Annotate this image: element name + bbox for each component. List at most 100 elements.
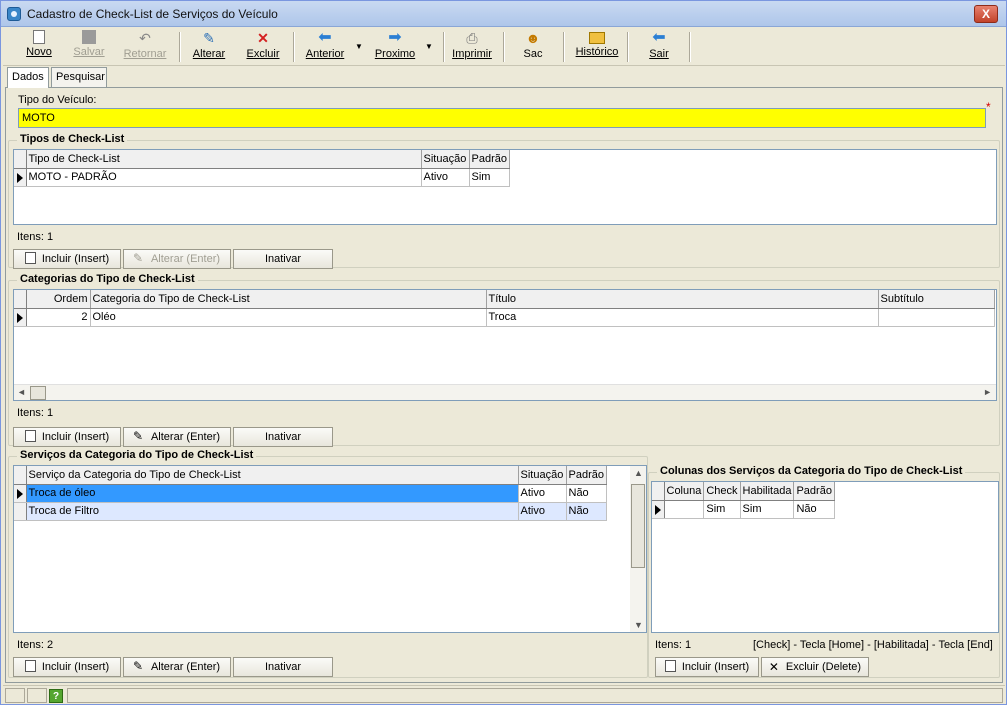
colunas-excluir-button[interactable]: Excluir (Delete) — [761, 657, 869, 677]
proximo-button[interactable]: ➡ Proximo — [371, 30, 419, 64]
new-icon — [664, 660, 676, 672]
column-header[interactable]: Título — [486, 290, 879, 309]
servicos-grid[interactable]: Serviço da Categoria do Tipo de Check-Li… — [13, 465, 647, 633]
table-cell[interactable]: Não — [566, 502, 607, 521]
proximo-dropdown-icon[interactable]: ▼ — [425, 42, 433, 51]
tipo-veiculo-input[interactable]: MOTO — [18, 108, 986, 128]
sair-button[interactable]: ⬅ Sair — [639, 30, 679, 64]
table-cell[interactable]: Troca de Filtro — [26, 502, 519, 521]
salvar-button[interactable]: Salvar — [67, 30, 111, 64]
arrow-right-icon: ➡ — [388, 29, 402, 46]
categorias-group: Categorias do Tipo de Check-List Ordem C… — [8, 273, 1000, 447]
imprimir-button[interactable]: ⎙ Imprimir — [449, 30, 495, 64]
categorias-items-count: Itens: 1 — [17, 407, 54, 419]
column-header[interactable]: Padrão — [793, 482, 835, 501]
table-cell[interactable]: Ativo — [518, 502, 567, 521]
table-cell[interactable]: Sim — [703, 500, 741, 519]
tab-dados[interactable]: Dados — [7, 67, 49, 88]
column-header[interactable]: Habilitada — [740, 482, 795, 501]
sac-button[interactable]: ☻ Sac — [515, 30, 551, 64]
row-indicator-icon — [652, 500, 665, 519]
close-button[interactable]: X — [974, 5, 998, 23]
colunas-incluir-button[interactable]: Incluir (Insert) — [655, 657, 759, 677]
tipos-inativar-button[interactable]: Inativar — [233, 249, 333, 269]
categorias-grid[interactable]: Ordem Categoria do Tipo de Check-List Tí… — [13, 289, 997, 401]
table-cell[interactable]: Sim — [740, 500, 795, 519]
toolbar-separator — [689, 32, 691, 62]
column-header[interactable]: Coluna — [664, 482, 705, 501]
colunas-grid[interactable]: Coluna Check Habilitada Padrão Sim Sim N… — [651, 481, 999, 633]
scroll-right-icon[interactable]: ► — [983, 387, 992, 397]
servicos-incluir-button[interactable]: Incluir (Insert) — [13, 657, 121, 677]
servicos-alterar-button[interactable]: Alterar (Enter) — [123, 657, 231, 677]
table-cell[interactable]: MOTO - PADRÃO — [26, 168, 422, 187]
alterar-button[interactable]: ✎ Alterar — [187, 30, 231, 64]
scroll-thumb[interactable] — [30, 386, 46, 400]
tab-pesquisar[interactable]: Pesquisar — [51, 67, 107, 87]
table-row[interactable]: MOTO - PADRÃO Ativo Sim — [14, 168, 510, 187]
anterior-dropdown-icon[interactable]: ▼ — [355, 42, 363, 51]
edit-icon — [133, 249, 145, 267]
scroll-down-icon[interactable]: ▼ — [634, 620, 643, 630]
anterior-button[interactable]: ⬅ Anterior — [301, 30, 349, 64]
table-cell[interactable]: Não — [793, 500, 835, 519]
table-cell[interactable]: Troca — [486, 308, 879, 327]
categorias-horizontal-scrollbar[interactable]: ◄ ► — [14, 384, 996, 400]
help-icon[interactable]: ? — [49, 689, 63, 703]
table-cell[interactable] — [664, 500, 705, 519]
retornar-button[interactable]: ↶ Retornar — [117, 30, 173, 64]
edit-icon — [133, 657, 145, 675]
servicos-inativar-button[interactable]: Inativar — [233, 657, 333, 677]
table-cell[interactable]: Sim — [469, 168, 510, 187]
table-row[interactable]: Sim Sim Não — [652, 500, 835, 519]
table-cell[interactable]: Troca de óleo — [26, 484, 519, 503]
table-cell[interactable]: Oléo — [90, 308, 487, 327]
scroll-up-icon[interactable]: ▲ — [634, 468, 643, 478]
servicos-group: Serviços da Categoria do Tipo de Check-L… — [8, 449, 648, 678]
dados-panel: Tipo do Veículo: MOTO * Tipos de Check-L… — [5, 87, 1003, 683]
column-header[interactable]: Subtítulo — [878, 290, 995, 309]
novo-button[interactable]: Novo — [17, 30, 61, 64]
table-cell[interactable]: Ativo — [421, 168, 470, 187]
column-header[interactable]: Categoria do Tipo de Check-List — [90, 290, 487, 309]
historico-button[interactable]: Histórico — [571, 30, 623, 64]
table-row[interactable]: Troca de Filtro Ativo Não — [14, 502, 607, 521]
table-cell[interactable]: Não — [566, 484, 607, 503]
table-header: Ordem Categoria do Tipo de Check-List Tí… — [14, 290, 995, 309]
main-window: Cadastro de Check-List de Serviços do Ve… — [0, 0, 1007, 705]
colunas-items-count: Itens: 1 — [655, 639, 692, 651]
categorias-alterar-button[interactable]: Alterar (Enter) — [123, 427, 231, 447]
categorias-incluir-button[interactable]: Incluir (Insert) — [13, 427, 121, 447]
servicos-vertical-scrollbar[interactable]: ▲ ▼ — [630, 466, 646, 632]
column-header[interactable]: Tipo de Check-List — [26, 150, 422, 169]
delete-icon — [769, 658, 780, 676]
column-header[interactable]: Serviço da Categoria do Tipo de Check-Li… — [26, 466, 519, 485]
tipos-checklist-grid[interactable]: Tipo de Check-List Situação Padrão MOTO … — [13, 149, 997, 225]
required-marker: * — [986, 100, 991, 114]
table-row[interactable]: Troca de óleo Ativo Não — [14, 484, 607, 503]
column-header[interactable]: Padrão — [566, 466, 607, 485]
tipos-checklist-group: Tipos de Check-List Tipo de Check-List S… — [8, 133, 1000, 269]
colunas-group: Colunas dos Serviços da Categoria do Tip… — [648, 465, 1000, 678]
scroll-thumb[interactable] — [631, 484, 645, 568]
column-header[interactable]: Check — [703, 482, 741, 501]
column-header[interactable]: Ordem — [26, 290, 91, 309]
new-icon — [24, 430, 36, 442]
title-bar: Cadastro de Check-List de Serviços do Ve… — [1, 1, 1006, 27]
excluir-button[interactable]: ✕ Excluir — [239, 30, 287, 64]
colunas-table: Coluna Check Habilitada Padrão Sim Sim N… — [652, 482, 835, 519]
scroll-left-icon[interactable]: ◄ — [17, 387, 26, 397]
toolbar-separator — [503, 32, 505, 62]
table-cell[interactable]: Ativo — [518, 484, 567, 503]
tipos-incluir-button[interactable]: Incluir (Insert) — [13, 249, 121, 269]
table-row[interactable]: 2 Oléo Troca — [14, 308, 995, 327]
table-cell[interactable]: 2 — [26, 308, 91, 327]
column-header[interactable]: Padrão — [469, 150, 510, 169]
tipos-table: Tipo de Check-List Situação Padrão MOTO … — [14, 150, 510, 187]
column-header[interactable]: Situação — [518, 466, 567, 485]
categorias-inativar-button[interactable]: Inativar — [233, 427, 333, 447]
tipos-alterar-button[interactable]: Alterar (Enter) — [123, 249, 231, 269]
column-header[interactable]: Situação — [421, 150, 470, 169]
table-cell[interactable] — [878, 308, 995, 327]
table-header: Tipo de Check-List Situação Padrão — [14, 150, 510, 169]
